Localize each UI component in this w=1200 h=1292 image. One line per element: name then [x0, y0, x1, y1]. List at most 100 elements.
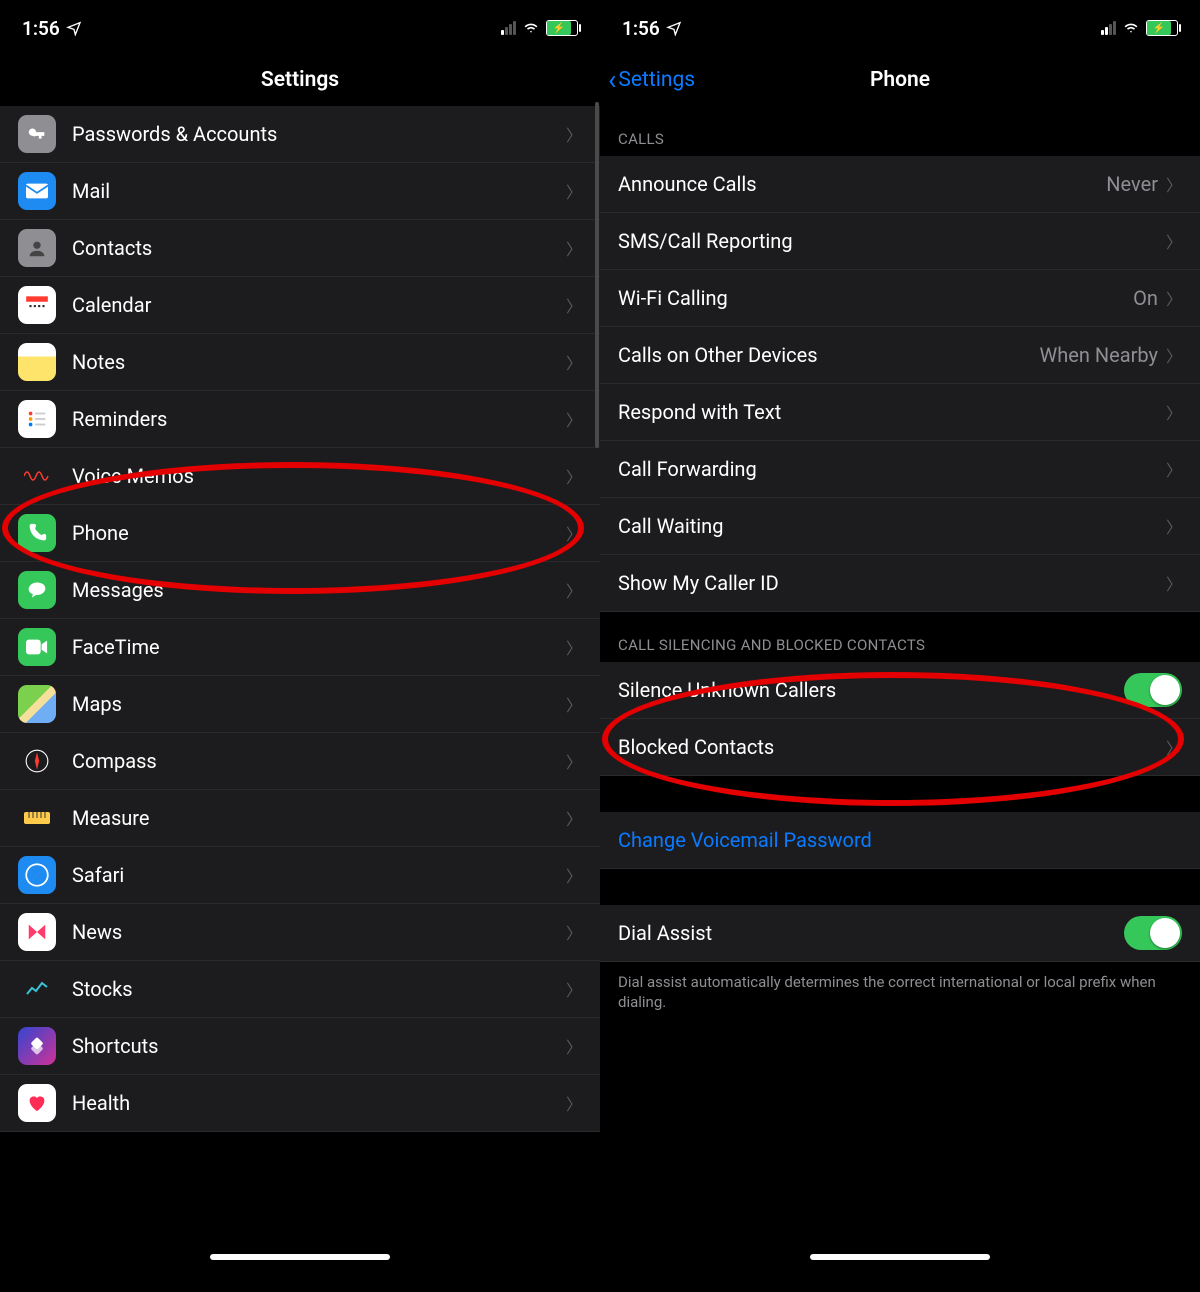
row-call-forwarding[interactable]: Call Forwarding 〉 — [600, 441, 1200, 498]
row-stocks[interactable]: Stocks 〉 — [0, 961, 600, 1018]
row-compass[interactable]: Compass 〉 — [0, 733, 600, 790]
chevron-right-icon: 〉 — [566, 1034, 582, 1058]
chevron-right-icon: 〉 — [566, 635, 582, 659]
chevron-right-icon: 〉 — [566, 293, 582, 317]
back-button[interactable]: ‹ Settings — [608, 66, 695, 94]
chevron-right-icon: 〉 — [566, 464, 582, 488]
row-announce-calls[interactable]: Announce Calls Never 〉 — [600, 156, 1200, 213]
chevron-right-icon: 〉 — [566, 692, 582, 716]
row-respond-with-text[interactable]: Respond with Text 〉 — [600, 384, 1200, 441]
home-indicator[interactable] — [810, 1254, 990, 1260]
row-facetime[interactable]: FaceTime 〉 — [0, 619, 600, 676]
calendar-icon — [18, 286, 56, 324]
phone-settings-screen: 1:56 ⚡ ‹ Settings Phone CALLS Announce C… — [600, 0, 1200, 1292]
phone-icon — [18, 514, 56, 552]
chevron-right-icon: 〉 — [566, 578, 582, 602]
dial-assist-footer: Dial assist automatically determines the… — [600, 962, 1200, 1023]
row-contacts[interactable]: Contacts 〉 — [0, 220, 600, 277]
row-phone[interactable]: Phone 〉 — [0, 505, 600, 562]
row-blocked-contacts[interactable]: Blocked Contacts 〉 — [600, 719, 1200, 776]
chevron-right-icon: 〉 — [566, 407, 582, 431]
row-silence-unknown-callers[interactable]: Silence Unknown Callers — [600, 662, 1200, 719]
reminders-icon — [18, 400, 56, 438]
row-news[interactable]: News 〉 — [0, 904, 600, 961]
page-title: Settings — [261, 68, 339, 92]
battery-icon: ⚡ — [546, 20, 578, 36]
status-time: 1:56 — [22, 17, 60, 40]
chevron-right-icon: 〉 — [566, 806, 582, 830]
row-maps[interactable]: Maps 〉 — [0, 676, 600, 733]
cell-signal-icon — [1101, 21, 1116, 35]
measure-icon — [18, 799, 56, 837]
row-calls-other-devices[interactable]: Calls on Other Devices When Nearby 〉 — [600, 327, 1200, 384]
chevron-right-icon: 〉 — [566, 179, 582, 203]
chevron-right-icon: 〉 — [566, 920, 582, 944]
chevron-right-icon: 〉 — [566, 350, 582, 374]
key-icon — [18, 115, 56, 153]
mail-icon — [18, 172, 56, 210]
facetime-icon — [18, 628, 56, 666]
chevron-right-icon: 〉 — [1166, 172, 1182, 196]
row-show-my-caller-id[interactable]: Show My Caller ID 〉 — [600, 555, 1200, 612]
messages-icon — [18, 571, 56, 609]
row-mail[interactable]: Mail 〉 — [0, 163, 600, 220]
row-wifi-calling[interactable]: Wi-Fi Calling On 〉 — [600, 270, 1200, 327]
home-indicator[interactable] — [210, 1254, 390, 1260]
section-header-calls: CALLS — [600, 106, 1200, 156]
row-measure[interactable]: Measure 〉 — [0, 790, 600, 847]
safari-icon — [18, 856, 56, 894]
nav-bar: ‹ Settings Phone — [600, 54, 1200, 106]
maps-icon — [18, 685, 56, 723]
location-icon — [666, 20, 682, 36]
chevron-right-icon: 〉 — [1166, 571, 1182, 595]
location-icon — [66, 20, 82, 36]
row-shortcuts[interactable]: Shortcuts 〉 — [0, 1018, 600, 1075]
row-change-voicemail-password[interactable]: Change Voicemail Password — [600, 812, 1200, 869]
page-title: Phone — [870, 68, 930, 92]
chevron-right-icon: 〉 — [1166, 229, 1182, 253]
row-messages[interactable]: Messages 〉 — [0, 562, 600, 619]
chevron-right-icon: 〉 — [1166, 343, 1182, 367]
chevron-right-icon: 〉 — [1166, 735, 1182, 759]
chevron-right-icon: 〉 — [566, 749, 582, 773]
nav-bar: Settings — [0, 54, 600, 106]
row-passwords-accounts[interactable]: Passwords & Accounts 〉 — [0, 106, 600, 163]
row-notes[interactable]: Notes 〉 — [0, 334, 600, 391]
voicememos-icon — [18, 457, 56, 495]
chevron-right-icon: 〉 — [566, 1091, 582, 1115]
status-bar: 1:56 ⚡ — [0, 8, 600, 48]
cell-signal-icon — [501, 21, 516, 35]
row-call-waiting[interactable]: Call Waiting 〉 — [600, 498, 1200, 555]
row-voice-memos[interactable]: Voice Memos 〉 — [0, 448, 600, 505]
status-bar: 1:56 ⚡ — [600, 8, 1200, 48]
toggle-dial-assist[interactable] — [1124, 916, 1182, 950]
row-health[interactable]: Health 〉 — [0, 1075, 600, 1132]
chevron-right-icon: 〉 — [566, 521, 582, 545]
row-dial-assist[interactable]: Dial Assist — [600, 905, 1200, 962]
chevron-right-icon: 〉 — [566, 236, 582, 260]
chevron-right-icon: 〉 — [1166, 457, 1182, 481]
toggle-silence-unknown[interactable] — [1124, 673, 1182, 707]
battery-icon: ⚡ — [1146, 20, 1178, 36]
health-icon — [18, 1084, 56, 1122]
row-safari[interactable]: Safari 〉 — [0, 847, 600, 904]
chevron-right-icon: 〉 — [566, 863, 582, 887]
scrollbar[interactable] — [595, 102, 599, 448]
chevron-right-icon: 〉 — [1166, 286, 1182, 310]
status-time: 1:56 — [622, 17, 660, 40]
row-sms-call-reporting[interactable]: SMS/Call Reporting 〉 — [600, 213, 1200, 270]
section-header-silencing: CALL SILENCING AND BLOCKED CONTACTS — [600, 612, 1200, 662]
chevron-right-icon: 〉 — [1166, 400, 1182, 424]
chevron-right-icon: 〉 — [1166, 514, 1182, 538]
compass-icon — [18, 742, 56, 780]
stocks-icon — [18, 970, 56, 1008]
chevron-right-icon: 〉 — [566, 977, 582, 1001]
notes-icon — [18, 343, 56, 381]
settings-screen: 1:56 ⚡ Settings Passwords & Accounts 〉 M… — [0, 0, 600, 1292]
settings-list[interactable]: Passwords & Accounts 〉 Mail 〉 Contacts 〉… — [0, 106, 600, 1132]
wifi-icon — [1122, 21, 1140, 35]
row-reminders[interactable]: Reminders 〉 — [0, 391, 600, 448]
chevron-right-icon: 〉 — [566, 122, 582, 146]
row-calendar[interactable]: Calendar 〉 — [0, 277, 600, 334]
wifi-icon — [522, 21, 540, 35]
